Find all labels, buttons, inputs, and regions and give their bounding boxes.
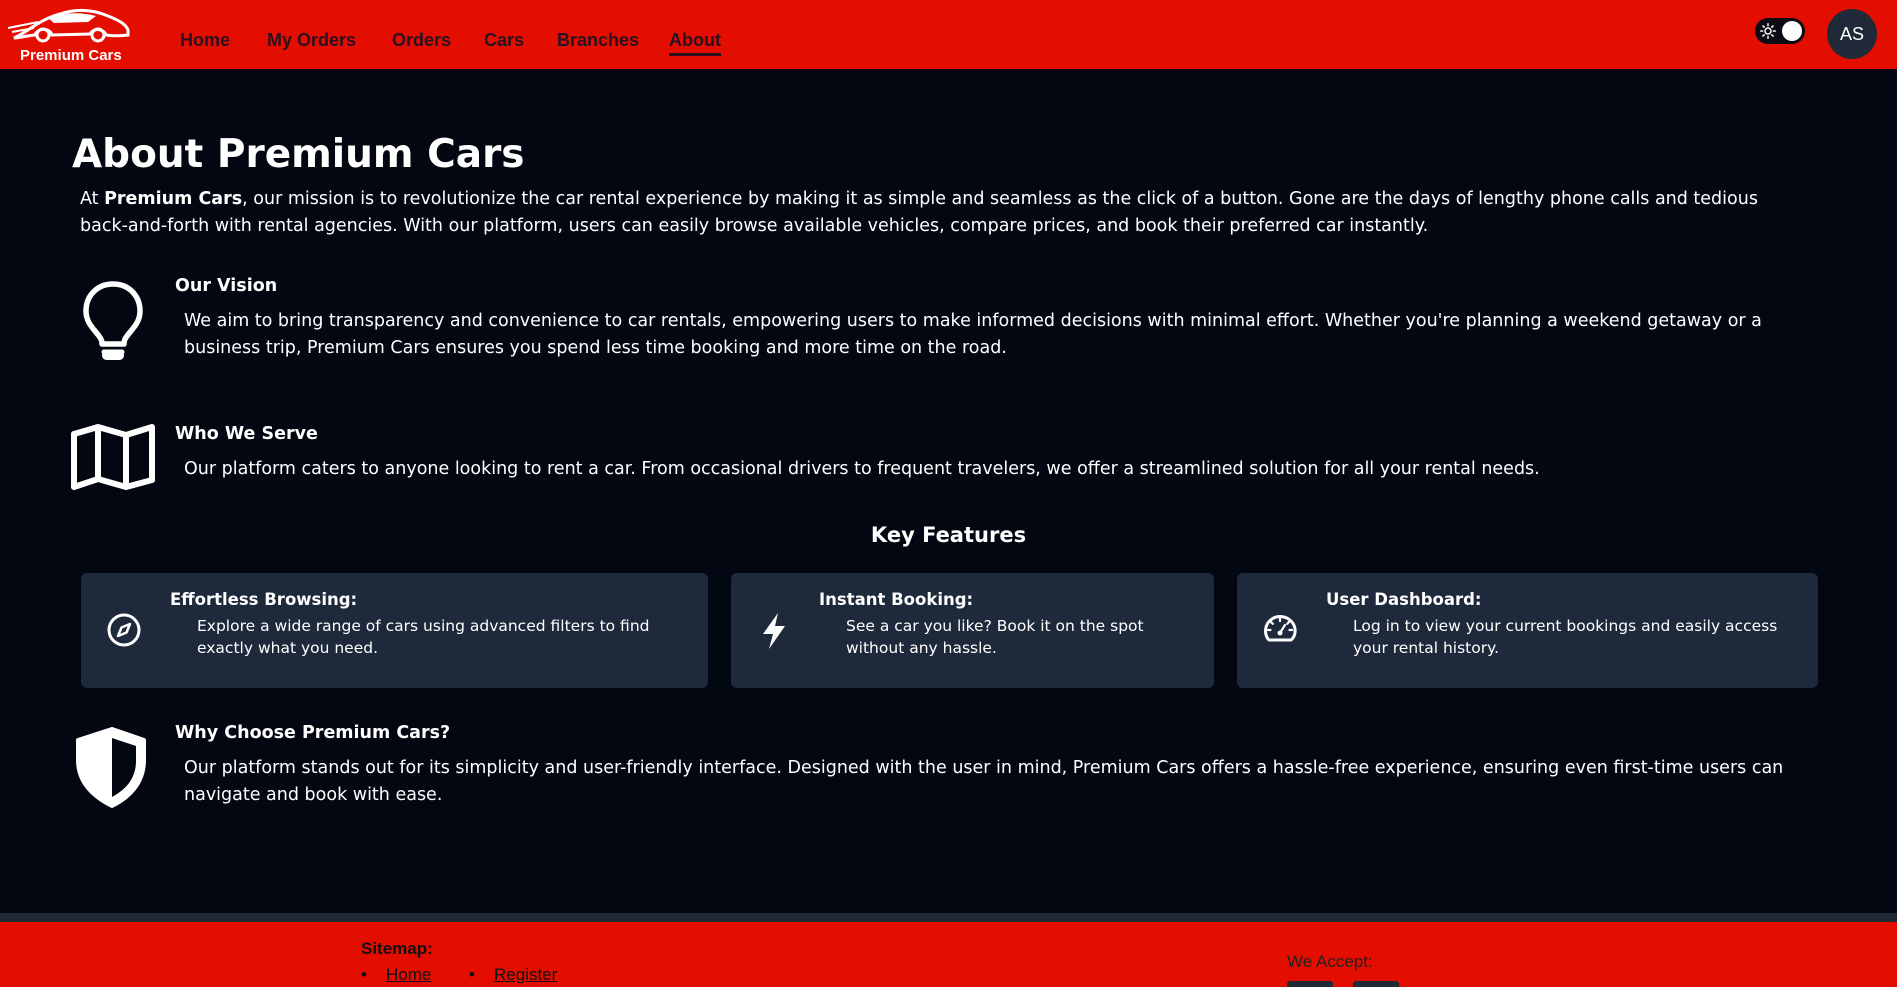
lightbulb-icon (83, 281, 143, 360)
intro-paragraph: At Premium Cars, our mission is to revol… (80, 186, 1800, 240)
nav-orders[interactable]: Orders (392, 30, 451, 51)
payment-card-icon (1287, 981, 1333, 987)
shield-icon (76, 727, 146, 808)
brand-logo[interactable]: Premium Cars (8, 2, 136, 66)
feature-title: Effortless Browsing: (170, 590, 358, 609)
intro-text: , our mission is to revolutionize the ca… (80, 189, 1758, 236)
nav-branches[interactable]: Branches (557, 30, 639, 51)
feature-title: User Dashboard: (1326, 590, 1482, 609)
sun-icon (1760, 23, 1776, 39)
serve-text: Our platform caters to anyone looking to… (184, 459, 1540, 479)
why-heading: Why Choose Premium Cars? (175, 723, 451, 743)
footer-divider (0, 913, 1897, 922)
brand-name: Premium Cars (20, 47, 122, 64)
payment-card-icon (1353, 981, 1399, 987)
sitemap-label: Sitemap: (361, 939, 433, 958)
navbar: Premium Cars Home My Orders Orders Cars … (0, 0, 1897, 69)
vision-text: We aim to bring transparency and conveni… (184, 311, 1762, 358)
intro-prefix: At (80, 189, 105, 209)
speedometer-icon (1264, 615, 1297, 642)
page-title: About Premium Cars (72, 132, 525, 177)
feature-card-browsing: Effortless Browsing: Explore a wide rang… (81, 573, 708, 688)
feature-text: Log in to view your current bookings and… (1353, 617, 1778, 657)
why-text: Our platform stands out for its simplici… (184, 758, 1784, 805)
map-icon (71, 424, 155, 490)
theme-toggle[interactable] (1755, 18, 1805, 44)
feature-card-booking: Instant Booking: See a car you like? Boo… (731, 573, 1214, 688)
feature-title: Instant Booking: (819, 590, 974, 609)
nav-my-orders[interactable]: My Orders (267, 30, 356, 51)
we-accept-label: We Accept: (1287, 952, 1373, 971)
sitemap-link-register[interactable]: Register (494, 965, 557, 985)
feature-text: Explore a wide range of cars using advan… (197, 617, 650, 657)
nav-about[interactable]: About (669, 30, 721, 56)
serve-heading: Who We Serve (175, 424, 318, 444)
feature-card-dashboard: User Dashboard: Log in to view your curr… (1237, 573, 1818, 688)
toggle-knob (1782, 21, 1802, 41)
sitemap-link-home[interactable]: Home (386, 965, 431, 985)
nav-cars[interactable]: Cars (484, 30, 524, 51)
compass-icon (107, 613, 141, 647)
features-title: Key Features (870, 523, 1027, 547)
user-avatar[interactable]: AS (1827, 9, 1877, 59)
vision-heading: Our Vision (175, 276, 278, 296)
nav-home[interactable]: Home (180, 30, 230, 51)
footer: Sitemap: Home Register We Accept: (0, 922, 1897, 987)
feature-text: See a car you like? Book it on the spot … (846, 617, 1144, 657)
lightning-icon (763, 613, 785, 649)
intro-brand: Premium Cars (104, 189, 243, 209)
car-logo-icon (8, 8, 130, 43)
